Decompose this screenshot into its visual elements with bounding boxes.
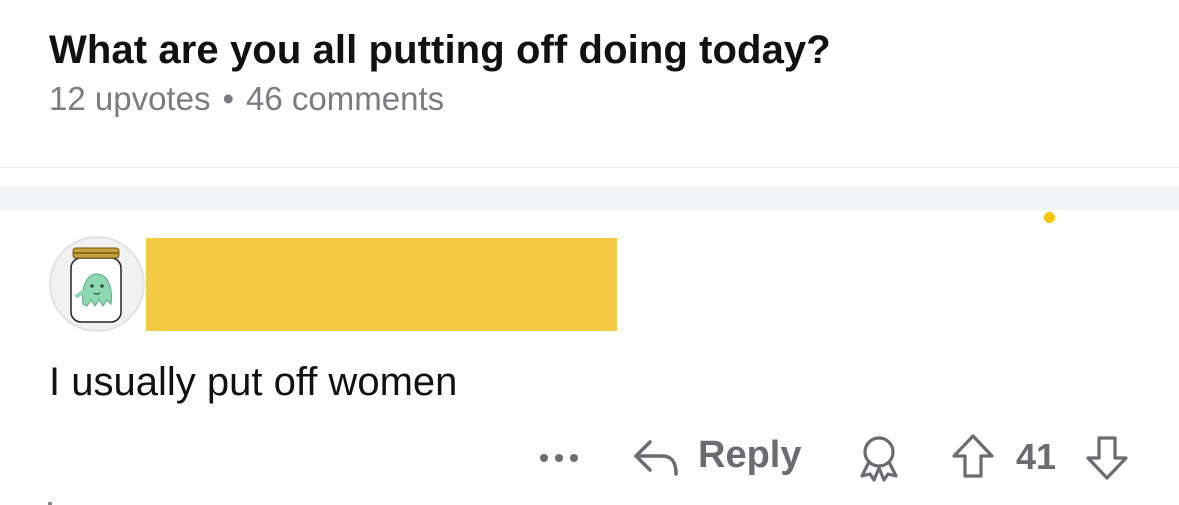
meta-separator: •: [222, 80, 235, 117]
upvote-arrow-icon[interactable]: [950, 432, 996, 480]
post-meta: 12 upvotes • 46 comments: [49, 80, 444, 118]
avatar[interactable]: [49, 236, 145, 332]
ghost-in-jar-icon: [51, 238, 143, 330]
comment-count[interactable]: 46 comments: [246, 80, 444, 117]
award-icon[interactable]: [856, 434, 902, 482]
vote-score: 41: [1016, 436, 1057, 477]
new-comment-indicator: [1044, 212, 1055, 223]
section-separator: [0, 186, 1179, 210]
reply-arrow-icon[interactable]: [632, 436, 680, 478]
post-header: What are you all putting off doing today…: [0, 0, 1179, 168]
more-dots-icon[interactable]: [538, 448, 580, 468]
username-redacted: [146, 238, 617, 331]
upvote-count: 12 upvotes: [49, 80, 211, 117]
post-title[interactable]: What are you all putting off doing today…: [49, 28, 831, 73]
comment-body: I usually put off women: [49, 360, 458, 404]
reply-button[interactable]: Reply: [698, 434, 801, 477]
downvote-arrow-icon[interactable]: [1084, 434, 1130, 482]
